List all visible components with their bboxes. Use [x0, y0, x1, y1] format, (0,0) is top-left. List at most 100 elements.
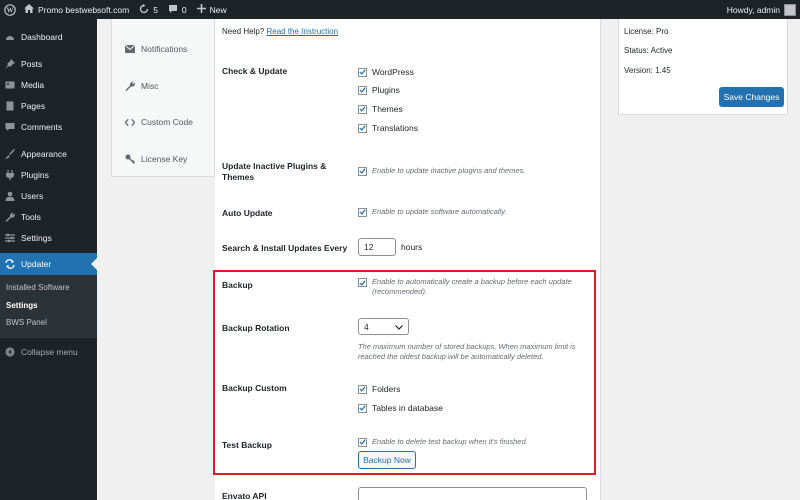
menu-dashboard[interactable]: Dashboard [0, 26, 97, 47]
refresh-icon [139, 3, 149, 16]
checkbox-checked-icon[interactable] [358, 207, 367, 217]
tab-label: Notifications [141, 44, 188, 55]
menu-plugins[interactable]: Plugins [0, 164, 97, 185]
save-changes-button[interactable]: Save Changes [719, 87, 784, 107]
tab-label: Custom Code [141, 117, 193, 128]
menu-posts[interactable]: Posts [0, 53, 97, 74]
updates-link[interactable]: 5 [134, 0, 163, 19]
comments-link[interactable]: 0 [163, 0, 192, 19]
svg-text:W: W [6, 6, 13, 14]
menu-users[interactable]: Users [0, 185, 97, 206]
collapse-menu-button[interactable]: Collapse menu [0, 342, 97, 363]
checkbox-checked-icon[interactable] [358, 166, 367, 176]
pin-icon [5, 58, 15, 69]
menu-label: Comments [21, 121, 63, 132]
auto-update-label: Auto Update [222, 208, 273, 218]
option-plugins[interactable]: Plugins [358, 85, 400, 95]
site-name: Promo bestwebsoft.com [38, 4, 130, 15]
plugin-version: Version: 1.45 [624, 66, 671, 75]
license-box: License: Pro Status: Active Version: 1.4… [618, 19, 788, 115]
menu-label: Plugins [21, 169, 49, 180]
collapse-label: Collapse menu [21, 347, 78, 357]
updater-icon [5, 259, 15, 269]
tab-label: Misc [141, 80, 159, 91]
collapse-arrow-icon [5, 347, 15, 357]
menu-pages[interactable]: Pages [0, 95, 97, 116]
menu-label: Pages [21, 100, 46, 111]
option-description: Enable to update inactive plugins and th… [372, 166, 526, 175]
envelope-icon [125, 44, 135, 54]
option-label: Themes [372, 104, 403, 114]
site-name-link[interactable]: Promo bestwebsoft.com [19, 0, 134, 19]
submenu-settings[interactable]: Settings [0, 297, 97, 315]
dashboard-icon [5, 32, 15, 42]
option-themes[interactable]: Themes [358, 104, 403, 114]
settings-tabs: Notifications Misc Custom Code License K… [111, 19, 215, 177]
label-line: Update Inactive Plugins & [222, 161, 327, 171]
highlight-box [213, 270, 596, 475]
menu-comments[interactable]: Comments [0, 116, 97, 137]
user-icon [5, 191, 15, 201]
checkbox-checked-icon[interactable] [358, 85, 367, 95]
option-auto-update[interactable]: Enable to update software automatically. [358, 207, 507, 217]
tab-notifications[interactable]: Notifications [112, 31, 214, 68]
menu-tools[interactable]: Tools [0, 206, 97, 227]
menu-label: Posts [21, 58, 43, 69]
comments-count: 0 [181, 4, 187, 15]
menu-label: Settings [21, 232, 52, 243]
checkbox-checked-icon[interactable] [358, 123, 367, 133]
checkbox-checked-icon[interactable] [358, 67, 367, 77]
wrench-icon [5, 212, 15, 222]
need-help-text: Need Help? [222, 27, 265, 36]
menu-label: Updater [21, 259, 52, 269]
content-area: Notifications Misc Custom Code License K… [97, 19, 800, 500]
new-content-link[interactable]: New [192, 0, 232, 19]
plugin-icon [5, 169, 15, 180]
tab-misc[interactable]: Misc [112, 68, 214, 105]
menu-label: Dashboard [21, 31, 63, 42]
account-menu[interactable]: Howdy, admin [722, 0, 800, 19]
checkbox-checked-icon[interactable] [358, 104, 367, 114]
home-icon [24, 4, 34, 15]
need-help-line: Need Help? Read the Instruction [222, 27, 338, 36]
wordpress-logo-icon[interactable]: W [0, 0, 19, 19]
license-status: Status: Active [624, 46, 673, 55]
hours-unit: hours [401, 242, 423, 252]
option-label: Translations [372, 123, 418, 133]
code-icon [125, 117, 135, 127]
envato-api-input[interactable] [358, 487, 587, 500]
label-line: Themes [222, 172, 255, 182]
inactive-label: Update Inactive Plugins & Themes [222, 161, 326, 183]
admin-sidebar: Dashboard Posts Media Pages Comments App… [0, 19, 97, 500]
wrench-icon [125, 81, 135, 91]
menu-updater[interactable]: Updater [0, 253, 97, 275]
new-label: New [209, 4, 227, 15]
submenu-bws-panel[interactable]: BWS Panel [0, 314, 97, 332]
search-install-label: Search & Install Updates Every [222, 243, 348, 253]
menu-media[interactable]: Media [0, 74, 97, 95]
admin-bar: W Promo bestwebsoft.com 5 0 New Howdy, a… [0, 0, 800, 19]
menu-appearance[interactable]: Appearance [0, 143, 97, 164]
updates-count: 5 [153, 4, 158, 15]
instruction-link[interactable]: Read the Instruction [266, 27, 338, 36]
tab-custom-code[interactable]: Custom Code [112, 104, 214, 141]
option-label: Plugins [372, 85, 400, 95]
hours-input[interactable]: 12 [358, 238, 396, 256]
menu-label: Users [21, 190, 44, 201]
menu-settings[interactable]: Settings [0, 227, 97, 248]
howdy-text: Howdy, admin [726, 4, 780, 15]
brush-icon [5, 148, 15, 159]
tab-license-key[interactable]: License Key [112, 141, 214, 178]
interval-field: 12 hours [358, 238, 422, 256]
key-icon [125, 154, 135, 164]
envato-api-label: Envato API [222, 491, 267, 500]
option-wordpress[interactable]: WordPress [358, 67, 414, 77]
option-description: Enable to update software automatically. [372, 207, 507, 216]
option-inactive[interactable]: Enable to update inactive plugins and th… [358, 166, 525, 176]
submenu-installed-software[interactable]: Installed Software [0, 279, 97, 297]
avatar [784, 3, 796, 16]
comment-icon [5, 122, 15, 132]
menu-label: Media [21, 79, 45, 90]
updater-submenu: Installed Software Settings BWS Panel [0, 275, 97, 338]
option-translations[interactable]: Translations [358, 123, 418, 133]
